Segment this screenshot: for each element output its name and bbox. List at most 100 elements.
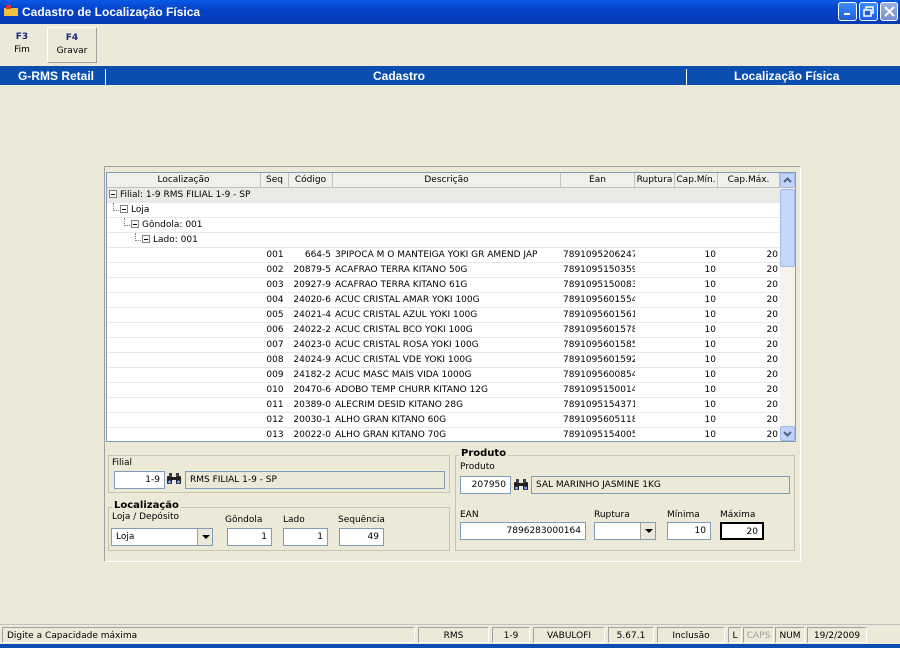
col-localizacao[interactable]: Localização bbox=[107, 173, 261, 188]
gravar-label: Gravar bbox=[56, 46, 88, 56]
tree-row-gondola[interactable]: Gôndola: 001 bbox=[107, 218, 780, 233]
dropdown-arrow-icon[interactable] bbox=[197, 529, 212, 545]
cell-min: 10 bbox=[704, 325, 716, 335]
table-row[interactable]: 010 20470-6 ADOBO TEMP CHURR KITANO 12G 789… bbox=[107, 383, 780, 398]
filial-name-field: RMS FILIAL 1-9 - SP bbox=[185, 471, 445, 489]
localizacao-grid[interactable]: Localização Seq Código Descrição Ean Rup… bbox=[106, 172, 796, 442]
status-system: RMS bbox=[418, 627, 489, 643]
maximize-button[interactable] bbox=[859, 2, 878, 21]
filial-code-field[interactable]: 1-9 bbox=[114, 471, 165, 489]
grid-scrollbar[interactable] bbox=[780, 173, 795, 441]
tree-label-gondola: Gôndola: 001 bbox=[142, 220, 203, 230]
collapse-icon[interactable] bbox=[131, 219, 139, 228]
collapse-icon[interactable] bbox=[120, 204, 128, 213]
lado-field[interactable]: 1 bbox=[283, 528, 328, 546]
cell-ruptura bbox=[635, 263, 675, 278]
scroll-up-button[interactable] bbox=[780, 173, 795, 188]
scroll-thumb[interactable] bbox=[780, 189, 795, 267]
fim-key: F3 bbox=[15, 32, 29, 42]
header-divider bbox=[105, 69, 106, 88]
loja-deposito-select[interactable]: Loja bbox=[111, 528, 213, 546]
collapse-icon[interactable] bbox=[142, 234, 150, 243]
cell-ean: 7891095601578 bbox=[563, 325, 635, 335]
cell-codigo: 24022-2 bbox=[293, 325, 331, 335]
tree-node-gondola[interactable]: Gôndola: 001 bbox=[131, 218, 203, 233]
cell-max: 20 bbox=[766, 370, 778, 380]
cell-max: 20 bbox=[766, 355, 778, 365]
cell-ruptura bbox=[635, 383, 675, 398]
module-name: Cadastro bbox=[373, 69, 426, 83]
fim-button[interactable]: F3 Fim bbox=[2, 27, 42, 63]
chevron-up-icon bbox=[783, 177, 792, 183]
col-seq[interactable]: Seq bbox=[261, 173, 289, 188]
tree-node-filial[interactable]: Filial: 1-9 RMS FILIAL 1-9 - SP bbox=[109, 188, 250, 203]
cell-codigo: 24024-9 bbox=[293, 355, 331, 365]
gondola-label: Gôndola bbox=[225, 515, 263, 525]
minimize-button[interactable] bbox=[838, 2, 857, 21]
binoculars-icon[interactable] bbox=[513, 478, 529, 492]
cell-descricao: ACUC CRISTAL VDE YOKI 100G bbox=[335, 355, 473, 365]
scroll-down-button[interactable] bbox=[780, 426, 795, 441]
cell-min: 10 bbox=[704, 400, 716, 410]
cell-min: 10 bbox=[704, 355, 716, 365]
produto-code-field[interactable]: 207950 bbox=[460, 476, 511, 494]
cell-ruptura bbox=[635, 368, 675, 383]
table-row[interactable]: 007 24023-0 ACUC CRISTAL ROSA YOKI 100G 789… bbox=[107, 338, 780, 353]
maxima-field[interactable]: 20 bbox=[720, 522, 764, 540]
tree-label-loja: Loja bbox=[131, 205, 150, 215]
cell-max: 20 bbox=[766, 250, 778, 260]
cell-descricao: ACUC CRISTAL ROSA YOKI 100G bbox=[335, 340, 479, 350]
status-message: Digite a Capacidade máxima bbox=[2, 627, 415, 643]
col-ruptura[interactable]: Ruptura bbox=[635, 173, 675, 188]
collapse-icon[interactable] bbox=[109, 189, 117, 198]
status-version: 5.67.1 bbox=[608, 627, 654, 643]
cell-codigo: 20470-6 bbox=[293, 385, 331, 395]
table-row[interactable]: 004 24020-6 ACUC CRISTAL AMAR YOKI 100G 789… bbox=[107, 293, 780, 308]
tree-row-loja[interactable]: Loja bbox=[107, 203, 780, 218]
table-row[interactable]: 005 24021-4 ACUC CRISTAL AZUL YOKI 100G 789… bbox=[107, 308, 780, 323]
table-row[interactable]: 011 20389-0 ALECRIM DESID KITANO 28G 789109… bbox=[107, 398, 780, 413]
col-ean[interactable]: Ean bbox=[561, 173, 635, 188]
cell-min: 10 bbox=[704, 250, 716, 260]
tree-row-filial[interactable]: Filial: 1-9 RMS FILIAL 1-9 - SP bbox=[107, 188, 780, 203]
cell-ruptura bbox=[635, 398, 675, 413]
bottom-edge bbox=[0, 644, 900, 648]
table-row[interactable]: 013 20022-0 ALHO GRAN KITANO 70G 7891095154… bbox=[107, 428, 780, 441]
table-row[interactable]: 009 24182-2 ACUC MASC MAIS VIDA 1000G 78910… bbox=[107, 368, 780, 383]
table-row[interactable]: 006 24022-2 ACUC CRISTAL BCO YOKI 100G 7891… bbox=[107, 323, 780, 338]
cell-codigo: 664-5 bbox=[304, 250, 331, 260]
tree-row-lado[interactable]: Lado: 001 bbox=[107, 233, 780, 248]
cell-ruptura bbox=[635, 353, 675, 368]
status-date: 19/2/2009 bbox=[807, 627, 867, 643]
tree-node-loja[interactable]: Loja bbox=[120, 203, 149, 218]
dropdown-arrow-icon[interactable] bbox=[640, 523, 655, 539]
gravar-button[interactable]: F4 Gravar bbox=[47, 27, 97, 63]
col-capmax[interactable]: Cap.Máx. bbox=[718, 173, 780, 188]
binoculars-icon[interactable] bbox=[166, 472, 182, 486]
tree-node-lado[interactable]: Lado: 001 bbox=[142, 233, 198, 248]
cell-codigo: 20879-5 bbox=[293, 265, 331, 275]
cell-min: 10 bbox=[704, 295, 716, 305]
cell-ean: 7891095150359 bbox=[563, 265, 635, 275]
close-button[interactable] bbox=[880, 2, 898, 21]
table-row[interactable]: 012 20030-1 ALHO GRAN KITANO 60G 7891095605… bbox=[107, 413, 780, 428]
cell-max: 20 bbox=[766, 400, 778, 410]
minimize-icon bbox=[844, 13, 850, 15]
table-row[interactable]: 008 24024-9 ACUC CRISTAL VDE YOKI 100G 7891… bbox=[107, 353, 780, 368]
cell-codigo: 20030-1 bbox=[293, 415, 331, 425]
header-divider bbox=[686, 69, 687, 88]
ruptura-select[interactable] bbox=[594, 522, 656, 540]
ean-field[interactable]: 7896283000164 bbox=[460, 522, 586, 540]
table-row[interactable]: 001 664-5 3PIPOCA M O MANTEIGA YOKI GR AME… bbox=[107, 248, 780, 263]
col-descricao[interactable]: Descrição bbox=[333, 173, 561, 188]
cell-ean: 7891095601554 bbox=[563, 295, 635, 305]
col-codigo[interactable]: Código bbox=[289, 173, 333, 188]
minima-field[interactable]: 10 bbox=[667, 522, 711, 540]
module-header: G-RMS Retail Cadastro Localização Física bbox=[0, 66, 900, 88]
table-row[interactable]: 003 20927-9 ACAFRAO TERRA KITANO 61G 789109… bbox=[107, 278, 780, 293]
sequencia-field[interactable]: 49 bbox=[339, 528, 384, 546]
app-icon bbox=[4, 5, 18, 16]
gondola-field[interactable]: 1 bbox=[227, 528, 272, 546]
col-capmin[interactable]: Cap.Mín. bbox=[675, 173, 718, 188]
table-row[interactable]: 002 20879-5 ACAFRAO TERRA KITANO 50G 789109… bbox=[107, 263, 780, 278]
